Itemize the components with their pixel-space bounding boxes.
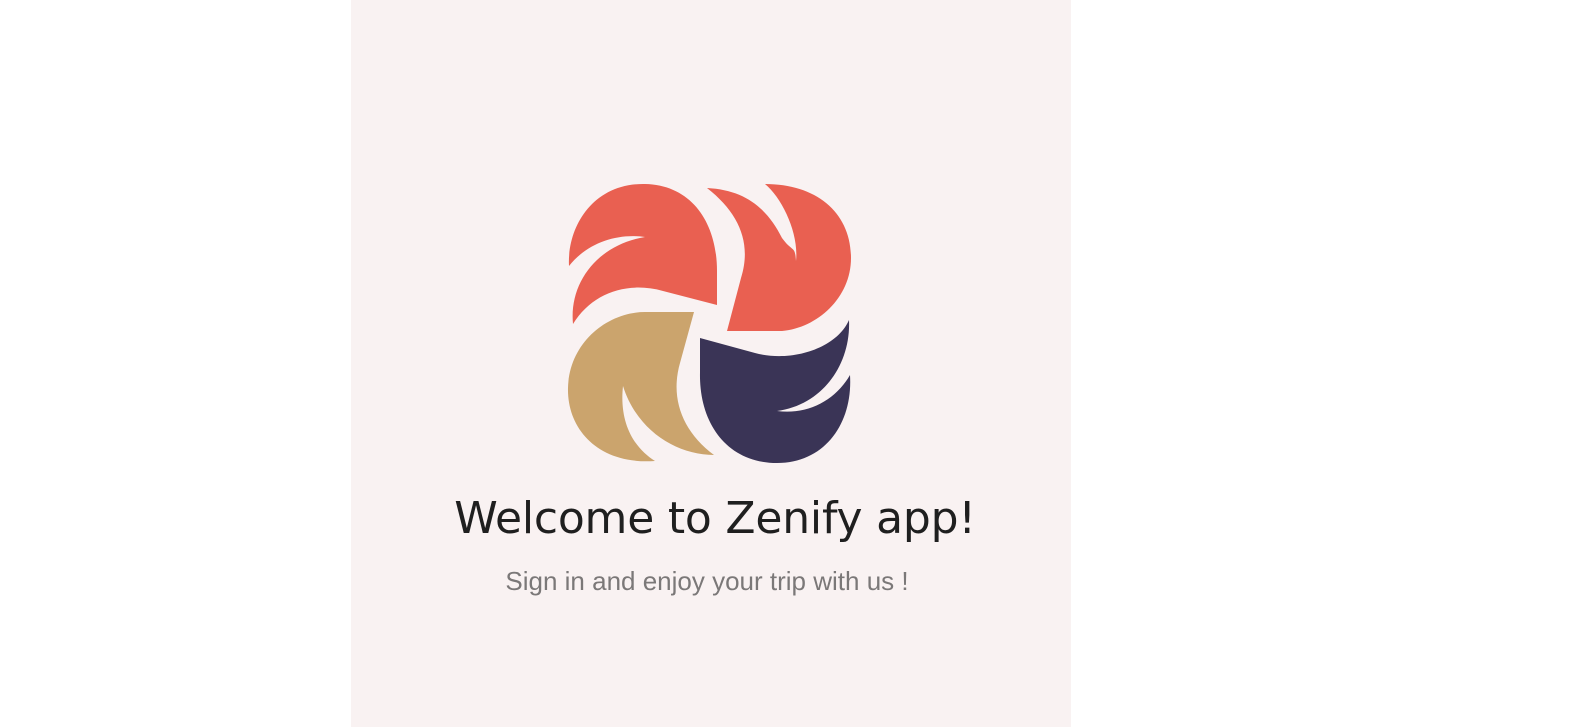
logo-petal-top-left <box>568 183 717 324</box>
viewport: Welcome to Zenify app! Sign in and enjoy… <box>0 0 1592 727</box>
logo-petal-top-right <box>707 184 851 331</box>
welcome-title: Welcome to Zenify app! <box>454 493 976 544</box>
welcome-subtitle: Sign in and enjoy your trip with us ! <box>505 566 909 596</box>
zenify-logo-icon <box>567 183 855 468</box>
logo-petal-bottom-left <box>567 312 714 462</box>
logo-petal-bottom-right <box>699 320 851 463</box>
welcome-screen: Welcome to Zenify app! Sign in and enjoy… <box>351 0 1071 727</box>
